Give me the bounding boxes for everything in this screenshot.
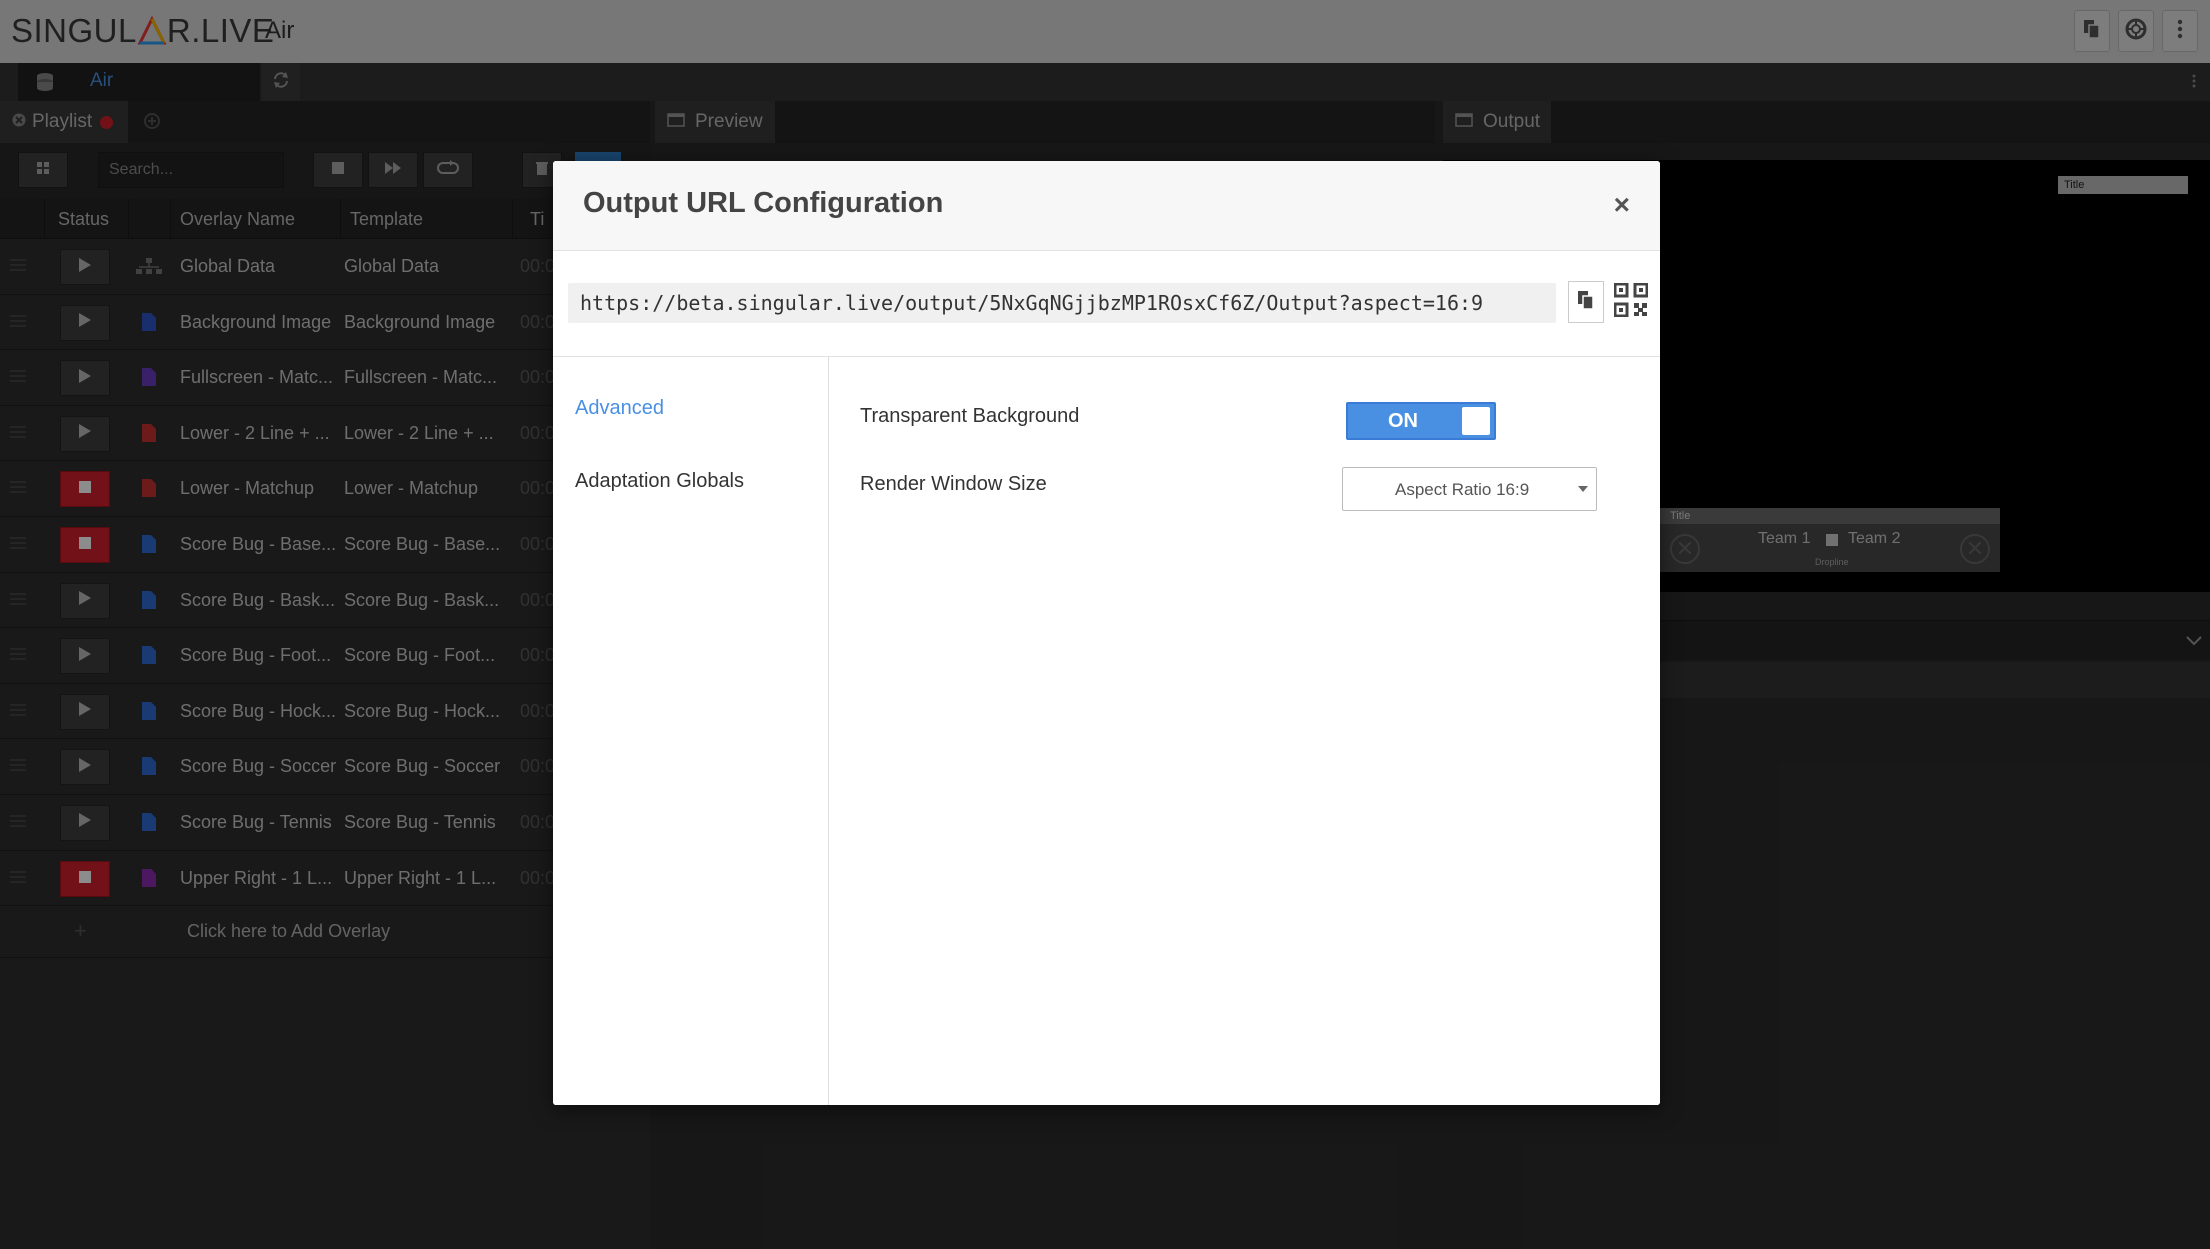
sidebar-item-adaptation-globals[interactable]: Adaptation Globals [575, 470, 744, 493]
toggle-state-label: ON [1388, 410, 1418, 432]
sidebar-item-advanced[interactable]: Advanced [575, 397, 664, 420]
render-window-size-value: Aspect Ratio 16:9 [1395, 480, 1530, 499]
caret-down-icon [1578, 486, 1588, 492]
output-url-modal: Output URL Configuration × https://beta.… [553, 161, 1660, 1105]
close-icon[interactable]: × [1614, 189, 1630, 221]
modal-content: Transparent Background ON Render Window … [830, 357, 1660, 1105]
toggle-knob [1462, 407, 1490, 435]
copy-icon [1576, 289, 1596, 316]
modal-header: Output URL Configuration × [553, 161, 1660, 251]
copy-url-button[interactable] [1568, 281, 1604, 323]
output-url-field[interactable]: https://beta.singular.live/output/5NxGqN… [568, 283, 1556, 323]
qr-code-button[interactable] [1611, 281, 1651, 323]
modal-title: Output URL Configuration [583, 187, 944, 219]
modal-sidebar: Advanced Adaptation Globals [553, 357, 829, 1105]
url-row: https://beta.singular.live/output/5NxGqN… [553, 251, 1660, 357]
qr-code-icon [1613, 282, 1649, 322]
render-window-size-select[interactable]: Aspect Ratio 16:9 [1342, 467, 1597, 511]
transparent-background-toggle[interactable]: ON [1346, 402, 1496, 440]
transparent-background-label: Transparent Background [860, 405, 1080, 427]
render-window-size-label: Render Window Size [860, 473, 1047, 495]
